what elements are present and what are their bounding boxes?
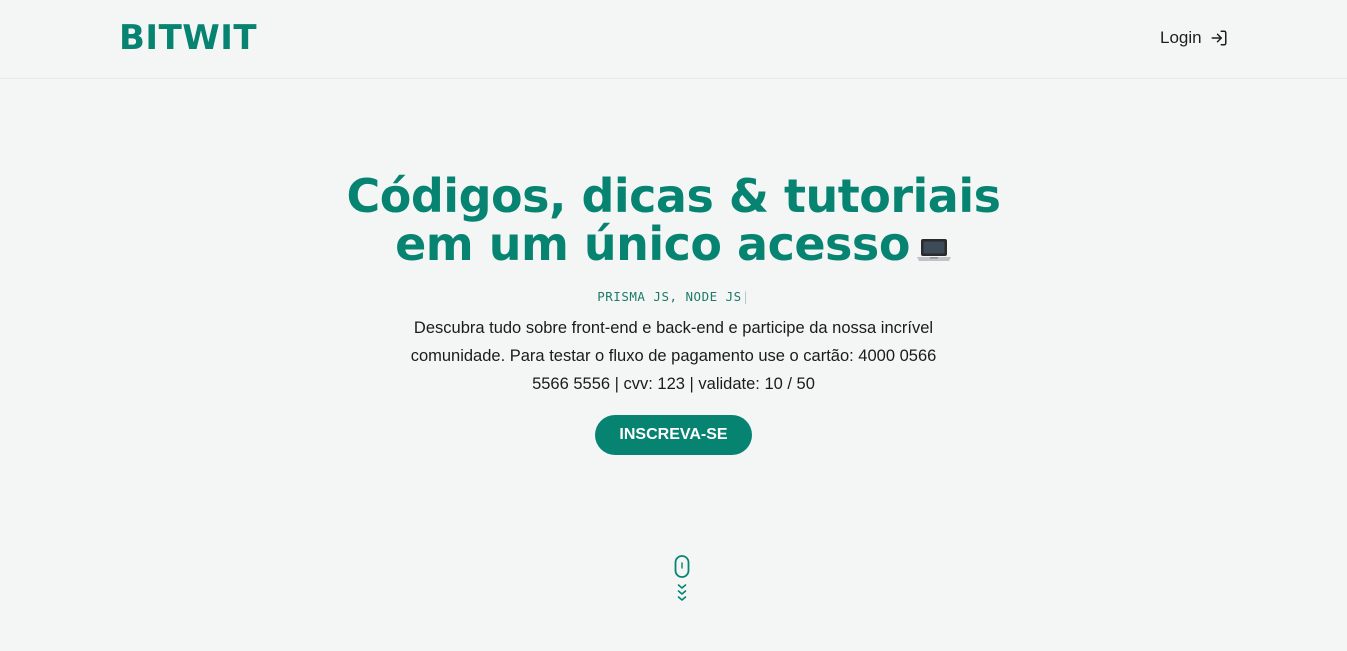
login-arrow-icon (1211, 30, 1227, 46)
hero-title: Códigos, dicas & tutoriais em um único a… (314, 172, 1034, 272)
mouse-scroll-icon[interactable] (672, 555, 692, 611)
hero-description: Descubra tudo sobre front-end e back-end… (410, 319, 937, 393)
typed-technologies: PRISMA JS, NODE JS| (0, 289, 1347, 304)
typed-text: PRISMA JS, NODE JS (597, 289, 742, 304)
site-header: BITWIT Login (0, 0, 1347, 79)
subscribe-button[interactable]: INSCREVA-SE (595, 415, 752, 455)
login-label: Login (1160, 28, 1202, 47)
login-link[interactable]: Login (1160, 28, 1228, 48)
site-logo[interactable]: BITWIT (119, 18, 257, 58)
laptop-icon (916, 224, 952, 272)
hero-section: Códigos, dicas & tutoriais em um único a… (0, 172, 1347, 455)
typing-cursor: | (741, 289, 750, 304)
hero-title-text: Códigos, dicas & tutoriais em um único a… (346, 169, 1001, 271)
